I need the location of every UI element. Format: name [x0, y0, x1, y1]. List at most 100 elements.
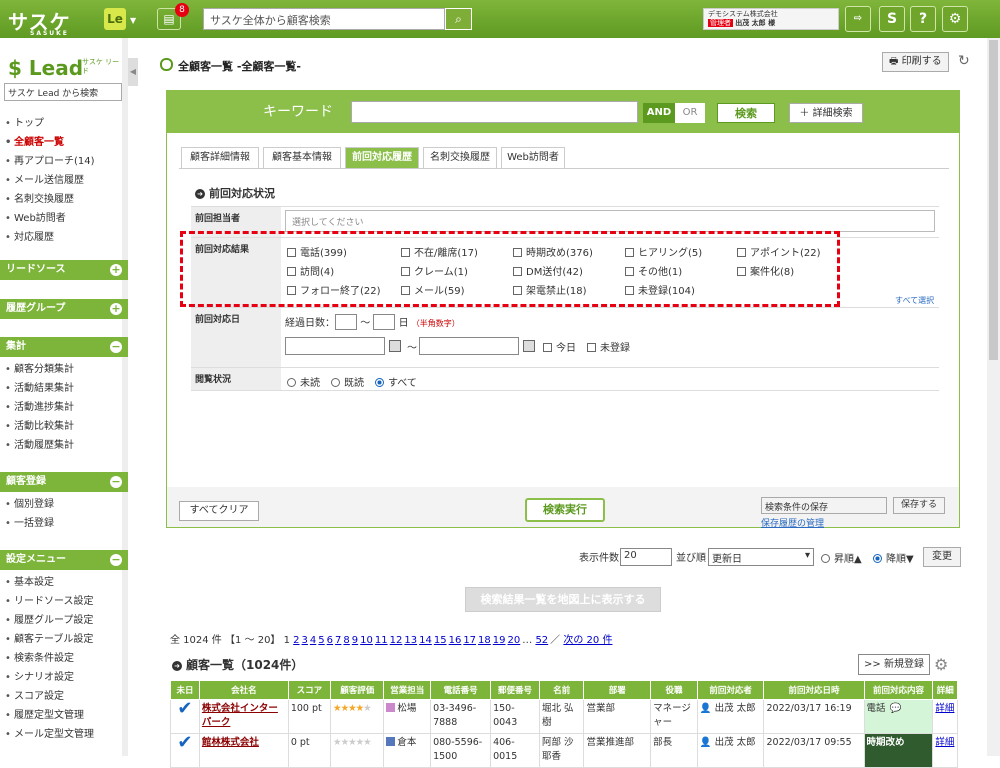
search-button[interactable]: 検索	[717, 103, 775, 123]
change-button[interactable]: 変更	[923, 547, 961, 567]
page-link[interactable]: 6	[327, 635, 333, 646]
select-all-link[interactable]: すべて選択	[895, 295, 934, 306]
assignee-select[interactable]: 選択してください	[285, 210, 935, 232]
gear-icon[interactable]: ⚙	[942, 6, 968, 32]
sidebar-item[interactable]: Web訪問者	[4, 209, 128, 228]
detail-search-button[interactable]: ＋ 詳細検索	[789, 103, 863, 123]
sidebar-item[interactable]: 活動進捗集計	[4, 398, 128, 417]
sidebar-item[interactable]: シナリオ設定	[4, 668, 128, 687]
sidebar-item[interactable]: 個別登録	[4, 495, 128, 514]
sidebar-section-settings[interactable]: 設定メニュー −	[0, 550, 128, 570]
new-register-button[interactable]: >> 新規登録	[858, 654, 930, 675]
date-to-input[interactable]	[419, 337, 519, 355]
sidebar-item[interactable]: 検索条件設定	[4, 649, 128, 668]
tab-customer-basic[interactable]: 顧客基本情報	[263, 147, 341, 169]
scrollbar-thumb[interactable]	[989, 40, 998, 360]
page-link[interactable]: 17	[463, 635, 476, 646]
sidebar-item[interactable]: リードソース設定	[4, 592, 128, 611]
le-app-button[interactable]: Le	[104, 8, 126, 30]
sidebar-item[interactable]: 全顧客一覧	[4, 133, 128, 152]
column-header[interactable]: 会社名	[198, 680, 289, 700]
page-link[interactable]: 20	[508, 635, 521, 646]
elapsed-to-input[interactable]	[373, 314, 396, 330]
sidebar-item[interactable]: 再アプローチ(14)	[4, 152, 128, 171]
sort-select[interactable]: 更新日 ▾	[708, 548, 814, 566]
read-radio[interactable]: 既読	[331, 374, 364, 389]
sidebar-item[interactable]: 基本設定	[4, 573, 128, 592]
sidebar-section-history-group[interactable]: 履歴グループ +	[0, 299, 128, 319]
column-header[interactable]: 前回対応内容	[863, 680, 934, 700]
detail-link[interactable]: 詳細	[935, 703, 954, 714]
sidebar-item[interactable]: 活動比較集計	[4, 417, 128, 436]
page-link[interactable]: 2	[293, 635, 299, 646]
print-button[interactable]: 🖶 印刷する	[882, 52, 949, 72]
refresh-icon[interactable]: ↻	[958, 53, 970, 69]
page-link[interactable]: 14	[419, 635, 432, 646]
column-header[interactable]: スコア	[287, 680, 332, 700]
gear-icon[interactable]: ⚙	[934, 655, 948, 674]
and-toggle[interactable]: AND	[643, 103, 675, 123]
sidebar-item[interactable]: 顧客分類集計	[4, 360, 128, 379]
sidebar-item[interactable]: 履歴グループ設定	[4, 611, 128, 630]
column-header[interactable]: 未日	[170, 680, 200, 700]
sidebar-item[interactable]: 名刺交換履歴	[4, 190, 128, 209]
page-link[interactable]: 16	[449, 635, 462, 646]
sidebar-item[interactable]: メール定型文管理	[4, 725, 128, 744]
save-condition-button[interactable]: 保存する	[893, 497, 945, 514]
page-link[interactable]: 3	[302, 635, 308, 646]
logout-icon[interactable]: ⇨	[845, 6, 871, 32]
sidebar-search-input[interactable]: サスケ Lead から検索	[4, 83, 122, 101]
sidebar-item[interactable]: 活動履歴集計	[4, 436, 128, 455]
column-header[interactable]: 営業担当	[383, 680, 432, 700]
execute-search-button[interactable]: 検索実行	[525, 498, 605, 522]
column-header[interactable]: 名前	[538, 680, 585, 700]
asc-radio[interactable]: 昇順▲	[821, 550, 862, 565]
sidebar-section-register[interactable]: 顧客登録 −	[0, 472, 128, 492]
column-header[interactable]: 部署	[583, 680, 652, 700]
page-link[interactable]: 18	[478, 635, 491, 646]
tab-customer-detail[interactable]: 顧客詳細情報	[181, 147, 259, 169]
comment-icon[interactable]: 💬	[890, 703, 902, 714]
sidebar-item[interactable]: 対応履歴	[4, 228, 128, 247]
column-header[interactable]: 前回対応日時	[763, 680, 865, 700]
checkmark-icon[interactable]: ✔	[170, 733, 200, 768]
page-link[interactable]: 7	[335, 635, 341, 646]
page-link[interactable]: 11	[375, 635, 388, 646]
detail-link[interactable]: 詳細	[935, 737, 954, 748]
help-icon[interactable]: ?	[910, 6, 936, 32]
map-view-button[interactable]: 検索結果一覧を地図上に表示する	[465, 587, 661, 612]
calendar-icon[interactable]	[389, 340, 401, 352]
sidebar-item[interactable]: スコア設定	[4, 687, 128, 706]
calendar-icon[interactable]	[523, 340, 535, 352]
page-scrollbar[interactable]	[987, 38, 1000, 756]
column-header[interactable]: 郵便番号	[490, 680, 540, 700]
save-history-link[interactable]: 保存履歴の管理	[761, 516, 824, 529]
column-header[interactable]: 役職	[650, 680, 698, 700]
page-link[interactable]: 4	[310, 635, 316, 646]
today-checkbox[interactable]: 今日	[543, 339, 576, 354]
elapsed-from-input[interactable]	[335, 314, 357, 330]
keyword-input[interactable]	[351, 101, 638, 123]
page-link[interactable]: 15	[434, 635, 447, 646]
sidebar-collapse-button[interactable]: ◀	[128, 58, 138, 86]
page-link[interactable]: 8	[343, 635, 349, 646]
sidebar-section-aggregate[interactable]: 集計 −	[0, 337, 128, 357]
save-condition-input[interactable]: 検索条件の保存	[761, 497, 887, 514]
page-link[interactable]: 19	[493, 635, 506, 646]
table-row[interactable]: ✔ 株式会社インターパーク 100 pt ★★★★★ 松場 03-3496-7888 150…	[170, 699, 958, 734]
page-link[interactable]: 5	[318, 635, 324, 646]
global-search-input[interactable]: サスケ全体から顧客検索	[203, 8, 445, 30]
s-icon[interactable]: S	[879, 6, 905, 32]
company-link[interactable]: 株式会社インターパーク	[202, 703, 278, 728]
page-link[interactable]: 12	[390, 635, 403, 646]
unregistered-checkbox[interactable]: 未登録	[587, 339, 630, 354]
tab-previous-response[interactable]: 前回対応履歴	[345, 147, 419, 169]
page-link[interactable]: 10	[360, 635, 373, 646]
column-header[interactable]: 電話番号	[430, 680, 492, 700]
sidebar-item[interactable]: 履歴定型文管理	[4, 706, 128, 725]
sidebar-item[interactable]: 顧客テーブル設定	[4, 630, 128, 649]
sidebar-item[interactable]: メール送信履歴	[4, 171, 128, 190]
page-link[interactable]: 13	[404, 635, 417, 646]
page-link[interactable]: 9	[352, 635, 358, 646]
clear-all-button[interactable]: すべてクリア	[179, 501, 259, 521]
